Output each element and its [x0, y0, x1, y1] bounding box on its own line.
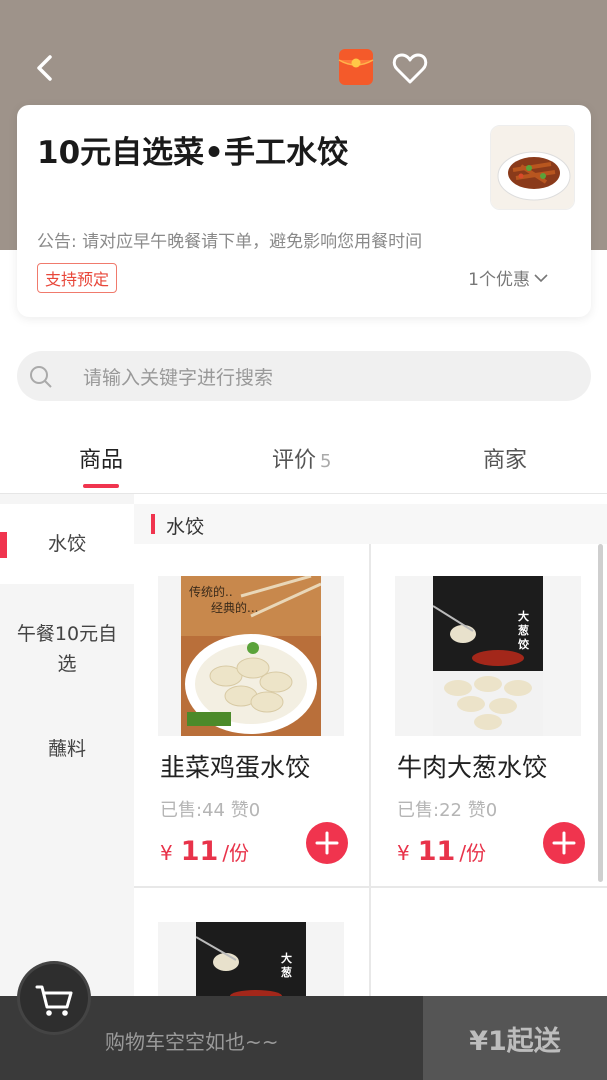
review-count: 5 — [320, 451, 332, 472]
price-unit: /份 — [459, 841, 487, 865]
svg-text:大: 大 — [281, 951, 292, 965]
preorder-badge: 支持预定 — [37, 263, 118, 293]
category-label: 蘸料 — [47, 738, 86, 760]
shop-logo-image — [490, 125, 575, 210]
price-amount: 11 — [180, 836, 219, 867]
shopping-cart-icon — [35, 985, 73, 1016]
category-item-lunch[interactable]: 午餐10元自选 — [0, 619, 134, 679]
svg-text:大: 大 — [518, 609, 529, 623]
svg-text:传统的..: 传统的.. — [189, 584, 233, 599]
plus-icon — [315, 831, 339, 855]
category-item-sauce[interactable]: 蘸料 — [0, 734, 134, 764]
tab-merchant-label: 商家 — [483, 448, 528, 473]
promo-label: 1个优惠 — [468, 270, 530, 290]
add-to-cart-button[interactable] — [543, 822, 585, 864]
tab-goods[interactable]: 商品 — [79, 442, 124, 488]
tab-bar: 商品 评价 5 商家 — [0, 430, 607, 494]
category-item-dumplings[interactable]: 水饺 — [0, 504, 134, 584]
svg-text:饺: 饺 — [518, 637, 530, 651]
section-title: 水饺 — [166, 516, 205, 538]
red-packet-icon — [338, 49, 374, 85]
product-price: ¥ 11 /份 — [160, 836, 249, 867]
search-icon — [30, 366, 52, 388]
product-card[interactable]: 大 葱 — [134, 888, 370, 996]
checkout-button[interactable]: ¥1起送 — [423, 996, 607, 1080]
red-packet-button[interactable] — [338, 48, 374, 86]
active-tab-indicator — [83, 484, 119, 488]
product-image: 传统的.. 经典的... — [158, 576, 344, 736]
product-image: 大 葱 — [158, 922, 344, 996]
tab-reviews[interactable]: 评价 5 — [272, 442, 331, 474]
add-to-cart-button[interactable] — [306, 822, 348, 864]
section-marker — [151, 514, 155, 534]
back-arrow-icon — [37, 55, 52, 81]
back-button[interactable] — [26, 48, 66, 88]
svg-text:经典的...: 经典的... — [211, 600, 258, 615]
promotions-toggle[interactable]: 1个优惠 — [468, 265, 549, 290]
search-bar[interactable]: 请输入关键字进行搜索 — [17, 351, 591, 401]
price-amount: 11 — [417, 836, 456, 867]
shop-notice: 公告: 请对应早午晚餐请下单，避免影响您用餐时间 — [37, 232, 423, 252]
active-category-indicator — [0, 532, 7, 558]
section-header: 水饺 — [134, 504, 607, 544]
cart-button[interactable] — [20, 964, 88, 1032]
svg-text:葱: 葱 — [281, 965, 292, 979]
product-image: 大 葱 饺 — [395, 576, 581, 736]
chevron-down-icon — [534, 273, 548, 282]
shop-info-card: 10元自选菜•手工水饺 公告: 请对应早午晚餐请下单，避免影响您用餐时间 支持预… — [17, 105, 591, 317]
cart-bar: 购物车空空如也~~ ¥1起送 — [0, 996, 607, 1080]
plus-icon — [552, 831, 576, 855]
product-name: 牛肉大葱水饺 — [397, 753, 548, 782]
product-price: ¥ 11 /份 — [397, 836, 486, 867]
favorite-button[interactable] — [390, 48, 430, 88]
currency-symbol: ¥ — [397, 841, 410, 865]
price-unit: /份 — [222, 841, 250, 865]
heart-icon — [392, 53, 428, 84]
tab-goods-label: 商品 — [79, 448, 124, 473]
svg-text:葱: 葱 — [518, 623, 529, 637]
product-name: 韭菜鸡蛋水饺 — [160, 753, 311, 782]
tab-merchant[interactable]: 商家 — [483, 442, 527, 474]
category-label: 水饺 — [47, 533, 86, 555]
category-label: 午餐10元自选 — [16, 623, 118, 675]
product-sales: 已售:22 赞0 — [397, 800, 498, 821]
shop-name: 10元自选菜•手工水饺 — [37, 135, 348, 171]
product-card[interactable]: 传统的.. 经典的... 韭菜鸡蛋水饺 已售:44 赞0 ¥ 11 /份 — [134, 544, 370, 889]
product-card[interactable]: 大 葱 饺 牛肉大葱水饺 已售:22 赞0 ¥ 11 /份 — [371, 544, 607, 889]
tab-reviews-label: 评价 — [272, 448, 317, 473]
product-sales: 已售:44 赞0 — [160, 800, 261, 821]
search-input[interactable]: 请输入关键字进行搜索 — [83, 363, 273, 390]
currency-symbol: ¥ — [160, 841, 173, 865]
scrollbar-thumb[interactable] — [598, 544, 603, 882]
cart-empty-text: 购物车空空如也~~ — [105, 1030, 279, 1054]
